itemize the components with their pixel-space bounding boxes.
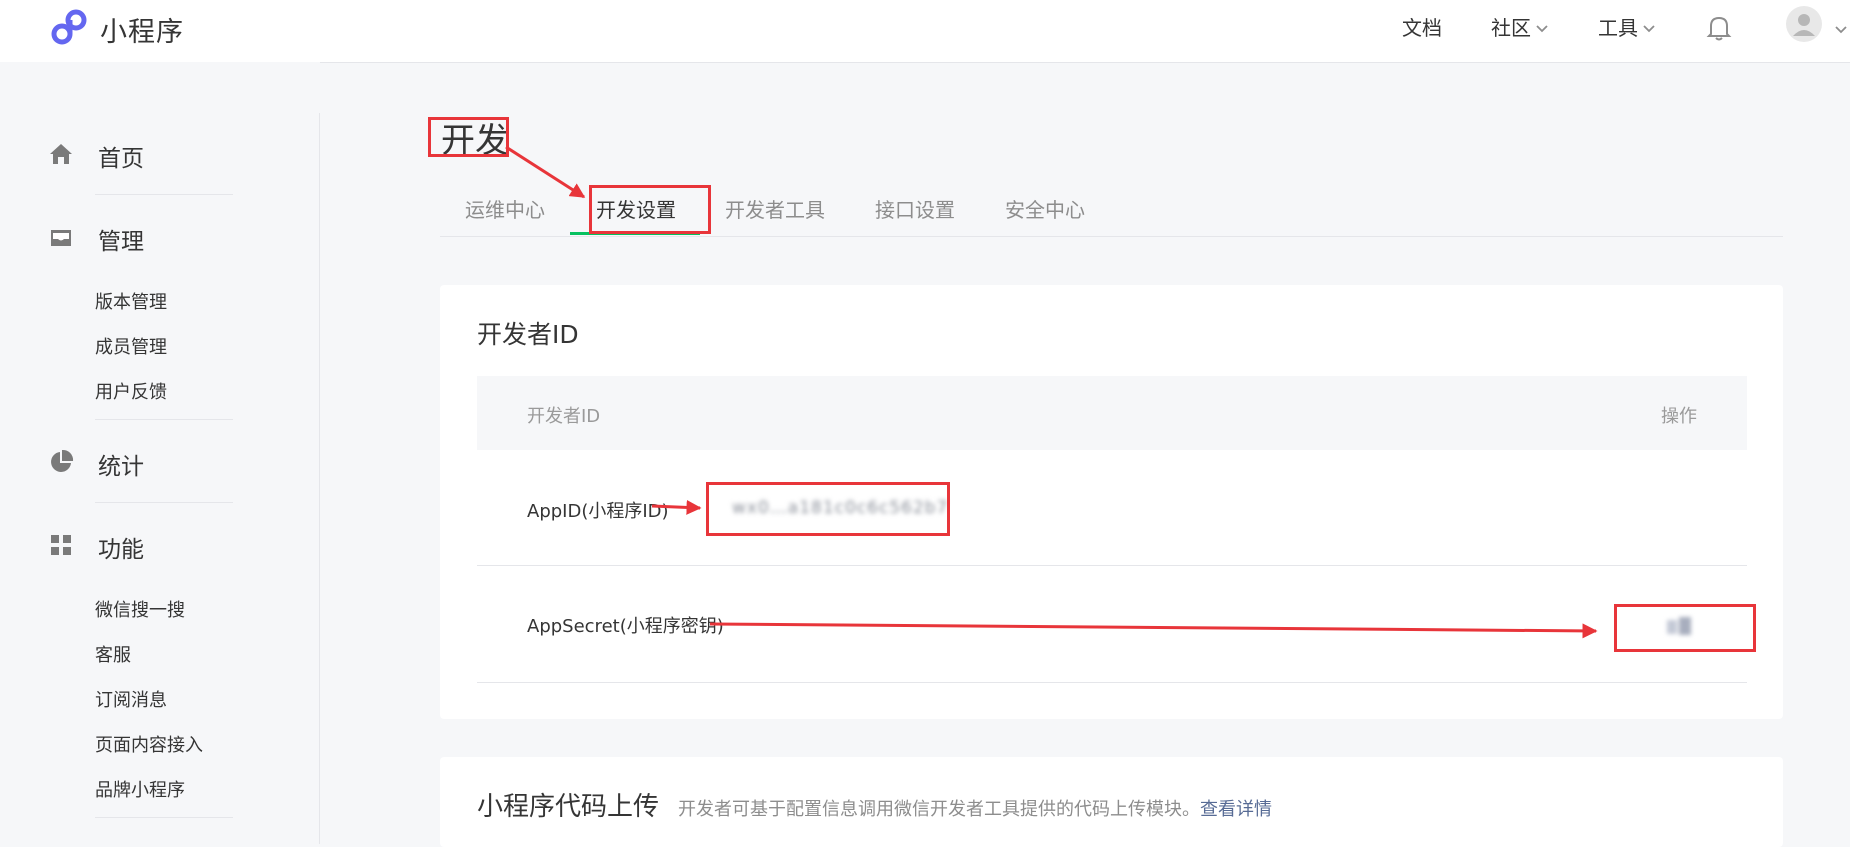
arrow-to-appsecret [709, 622, 1598, 639]
arrow-to-appid [651, 499, 702, 515]
annotation-arrows [505, 145, 1598, 639]
arrow-to-dev-settings-tab [505, 145, 586, 199]
